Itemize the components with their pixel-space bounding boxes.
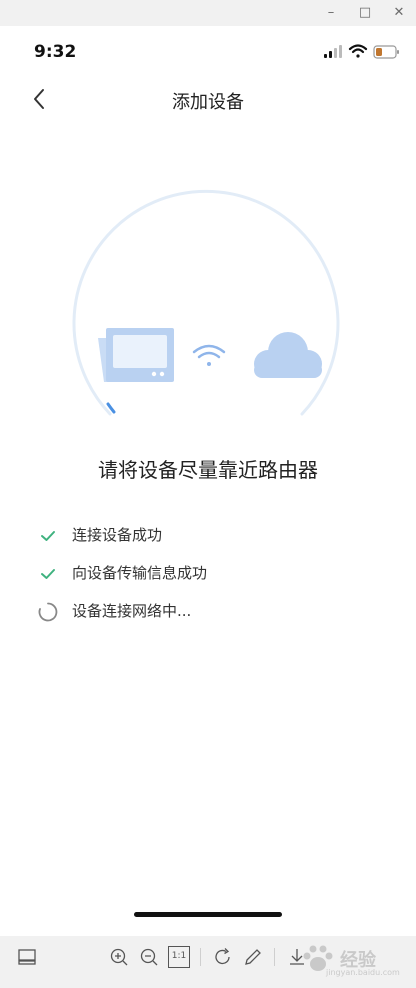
window-title-bar: – □ ✕ xyxy=(0,0,416,26)
cloud-icon xyxy=(254,332,322,378)
rotate-icon[interactable] xyxy=(212,946,234,968)
wifi-icon xyxy=(348,44,368,58)
loading-spinner-icon xyxy=(38,602,58,622)
check-icon xyxy=(41,531,55,541)
maximize-button[interactable]: □ xyxy=(354,3,376,23)
watermark: 经验 jingyan.baidu.com xyxy=(300,944,412,980)
zoom-out-icon[interactable] xyxy=(138,946,160,968)
page-title: 添加设备 xyxy=(172,92,244,113)
home-indicator[interactable] xyxy=(134,912,282,917)
status-time: 9:32 xyxy=(34,42,77,62)
phone-screen: 9:32 添加设备 请将设备尽量靠近路由器 连接设备成功 向设备传输信息成功 设… xyxy=(0,26,416,936)
minimize-button[interactable]: – xyxy=(320,3,342,23)
step-label: 向设备传输信息成功 xyxy=(72,564,208,582)
battery-icon xyxy=(373,45,399,59)
check-icon xyxy=(41,569,55,579)
status-icons xyxy=(324,42,400,62)
watermark-url: jingyan.baidu.com xyxy=(326,968,400,977)
actual-size-icon[interactable]: 1:1 xyxy=(168,946,190,968)
zoom-in-icon[interactable] xyxy=(108,946,130,968)
viewer-toolbar: 1:1 经验 jingyan.baidu.com xyxy=(0,936,416,988)
instruction-headline: 请将设备尽量靠近路由器 xyxy=(98,458,318,482)
toolbar-divider xyxy=(200,948,201,966)
tablet-device-icon xyxy=(98,328,174,382)
step-label: 连接设备成功 xyxy=(72,526,163,544)
panel-layout-icon[interactable] xyxy=(16,946,38,968)
cellular-signal-icon xyxy=(324,45,342,58)
wifi-signal-icon xyxy=(192,344,226,366)
pen-icon[interactable] xyxy=(242,946,264,968)
connection-illustration xyxy=(72,186,344,426)
toolbar-divider xyxy=(274,948,275,966)
close-button[interactable]: ✕ xyxy=(388,3,410,23)
step-label: 设备连接网络中... xyxy=(72,602,192,620)
